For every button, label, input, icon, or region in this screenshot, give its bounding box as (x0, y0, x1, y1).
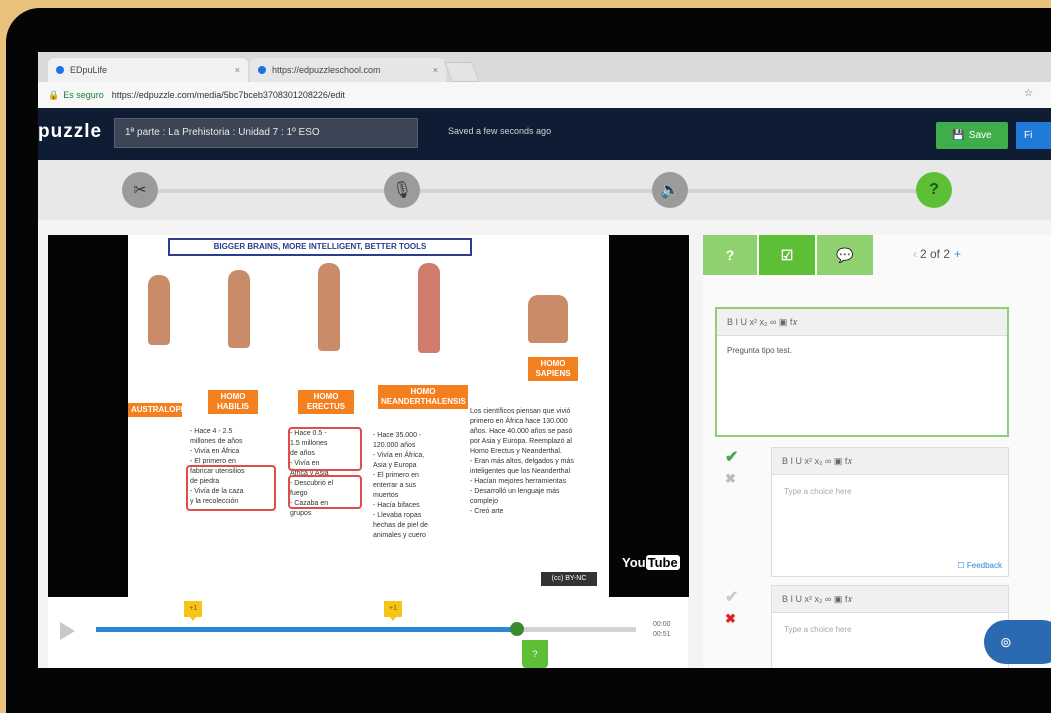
wrong-x-icon[interactable]: ✖ (725, 611, 736, 627)
help-icon: ⊚ (1000, 634, 1012, 650)
feedback-icon: ☐ (957, 561, 965, 570)
secure-label: Es seguro (63, 90, 104, 100)
species-label: HOMO ERECTUS (298, 390, 354, 414)
finish-button[interactable]: Fi (1016, 122, 1051, 149)
seek-bar[interactable]: +1 +1 (96, 601, 636, 636)
neanderthal-notes: - Hace 35.000 - 120.000 años - Vivía en … (373, 432, 428, 539)
save-label: Save (968, 130, 992, 141)
screen: EDpuLife × https://edpuzzleschool.com × … (38, 52, 1051, 668)
feedback-link[interactable]: ☐ Feedback (957, 561, 1002, 570)
wrong-x-icon[interactable]: ✖ (725, 471, 736, 487)
question-pager: ‹ 2 of 2 + (913, 247, 961, 261)
species-label: HOMO SAPIENS (528, 357, 578, 381)
australopithecus-figure (148, 275, 170, 345)
youtube-logo[interactable]: You Tube (622, 555, 680, 579)
species-label: AUSTRALOPITHECUS (128, 403, 216, 417)
edpuzzle-logo: puzzle (38, 121, 103, 142)
tab-multiple-choice[interactable]: ☑ (759, 235, 815, 275)
browser-tab-2[interactable]: https://edpuzzleschool.com × (250, 58, 446, 82)
help-chat-button[interactable]: ⊚ (984, 620, 1051, 664)
video-player[interactable]: BIGGER BRAINS, MORE INTELLIGENT, BETTER … (48, 235, 689, 600)
youtube-you-text: You (622, 555, 646, 570)
multiple-choice-icon: ☑ (780, 246, 794, 263)
choice-editor-2[interactable]: B I U x² x₂ ∞ ▣ f𝑥 Type a choice here (771, 585, 1009, 668)
browser-tab-1[interactable]: EDpuLife × (48, 58, 248, 82)
seek-handle[interactable] (510, 622, 525, 636)
letterbox-left (48, 235, 128, 597)
time-display: 00:00 00:51 (653, 620, 671, 640)
question-editor[interactable]: B I U x² x₂ ∞ ▣ f𝑥 Pregunta tipo test. (715, 307, 1009, 437)
question-icon: ? (929, 181, 939, 198)
question-marker[interactable]: +1 (384, 601, 402, 621)
question-flag[interactable]: ? (522, 640, 548, 668)
browser-tab-bar: EDpuLife × https://edpuzzleschool.com × (38, 52, 1051, 82)
homo-sapiens-figure (528, 295, 568, 343)
player-controls: +1 +1 00:00 00:51 ? (48, 600, 688, 668)
question-marker[interactable]: +1 (184, 601, 203, 621)
audio-note-icon: 🔈 (660, 182, 680, 199)
favicon-icon (56, 66, 64, 74)
question-text[interactable]: Pregunta tipo test. (717, 336, 1007, 365)
creative-commons-badge: (cc) BY-NC (541, 572, 597, 586)
tab-label: https://edpuzzleschool.com (272, 65, 381, 75)
close-tab-icon[interactable]: × (235, 65, 240, 75)
address-bar[interactable]: 🔒 Es seguro https://edpuzzle.com/media/5… (38, 82, 1051, 109)
play-icon[interactable] (60, 622, 75, 640)
tab-comment[interactable]: 💬 (817, 235, 873, 275)
scissors-icon: ✂ (133, 182, 147, 199)
tool-strip-line (130, 189, 950, 193)
choice-placeholder[interactable]: Type a choice here (772, 613, 1008, 646)
highlight-box (186, 465, 276, 511)
choice-toolbar[interactable]: B I U x² x₂ ∞ ▣ f𝑥 (772, 448, 1008, 475)
close-tab-icon[interactable]: × (433, 65, 438, 75)
question-panel: ? ☑ 💬 ‹ 2 of 2 + B I U x² x₂ ∞ ▣ f𝑥 Pregun… (703, 235, 1051, 668)
video-title-input[interactable]: 1ª parte : La Prehistoria : Unidad 7 : 1… (114, 118, 418, 148)
choice-placeholder[interactable]: Type a choice here (772, 475, 1008, 508)
correct-check-icon[interactable]: ✔ (725, 587, 738, 607)
url-text[interactable]: https://edpuzzle.com/media/5bc7bceb37083… (112, 90, 345, 100)
app-header: puzzle 1ª parte : La Prehistoria : Unida… (38, 108, 1051, 160)
letterbox-right (609, 235, 689, 597)
tab-label: EDpuLife (70, 65, 108, 75)
bookmark-star-icon[interactable]: ☆ (1024, 88, 1041, 99)
correct-check-icon[interactable]: ✔ (725, 447, 738, 467)
favicon-icon (258, 66, 266, 74)
lock-icon: 🔒 (48, 89, 60, 100)
highlight-box (288, 475, 362, 509)
add-question-icon[interactable]: + (954, 247, 961, 261)
species-label: HOMO HABILIS (208, 390, 258, 414)
save-icon: 💾 (952, 130, 965, 141)
highlight-box (288, 427, 362, 471)
chevron-left-icon[interactable]: ‹ (913, 247, 917, 261)
saved-status: Saved a few seconds ago (448, 126, 552, 136)
homo-habilis-figure (228, 270, 250, 348)
video-frame: BIGGER BRAINS, MORE INTELLIGENT, BETTER … (128, 235, 609, 597)
cut-tool-button[interactable]: ✂ (122, 172, 158, 208)
audio-note-tool-button[interactable]: 🔈 (652, 172, 688, 208)
choice-toolbar[interactable]: B I U x² x₂ ∞ ▣ f𝑥 (772, 586, 1008, 613)
comment-icon: 💬 (836, 246, 854, 263)
slide-title: BIGGER BRAINS, MORE INTELLIGENT, BETTER … (168, 238, 472, 256)
tool-strip: ✂ 🎙 🔈 ? (38, 160, 1051, 220)
voiceover-tool-button[interactable]: 🎙 (384, 172, 420, 208)
tab-open-ended[interactable]: ? (703, 235, 757, 275)
species-label: HOMO NEANDERTHALENSIS (378, 385, 468, 409)
youtube-tube-text: Tube (645, 555, 680, 570)
save-button[interactable]: 💾 Save (936, 122, 1008, 149)
seek-progress (96, 627, 518, 632)
question-icon: ? (725, 247, 735, 263)
microphone-icon: 🎙 (391, 182, 413, 199)
feedback-label: Feedback (966, 561, 1002, 570)
sapiens-notes: Los científicos piensan que vivió primer… (470, 408, 574, 515)
question-tool-button[interactable]: ? (916, 172, 952, 208)
new-tab-button[interactable] (444, 62, 480, 82)
choice-editor-1[interactable]: B I U x² x₂ ∞ ▣ f𝑥 Type a choice here ☐ … (771, 447, 1009, 577)
editor-toolbar[interactable]: B I U x² x₂ ∞ ▣ f𝑥 (717, 309, 1007, 336)
time-current: 00:00 (653, 621, 671, 628)
homo-neanderthalensis-figure (418, 263, 440, 353)
pager-text: 2 of 2 (920, 247, 951, 261)
homo-erectus-figure (318, 263, 340, 351)
time-total: 00:51 (653, 631, 671, 638)
